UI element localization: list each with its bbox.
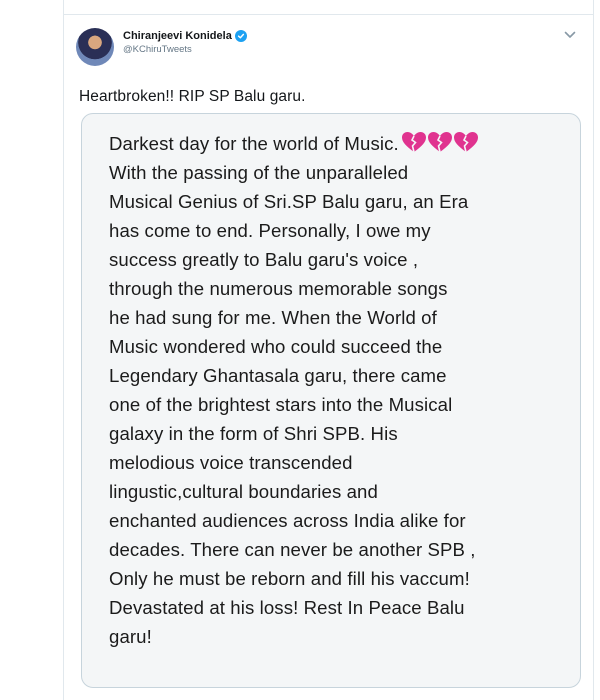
media-line: through the numerous memorable songs [109, 278, 448, 299]
media-line: Darkest day for the world of Music. [109, 129, 569, 158]
broken-hearts [401, 131, 479, 153]
media-line: Devastated at his loss! Rest In Peace Ba… [109, 597, 465, 618]
broken-heart-icon [427, 132, 452, 153]
media-line: he had sung for me. When the World of [109, 307, 437, 328]
tweet-author[interactable]: Chiranjeevi Konidela @KChiruTweets [123, 30, 247, 55]
media-line: With the passing of the unparalleled [109, 162, 409, 183]
broken-heart-icon [453, 132, 478, 153]
tweet-card[interactable]: Chiranjeevi Konidela @KChiruTweets Heart… [63, 0, 594, 700]
media-statement-text: Darkest day for the world of Music. With… [109, 129, 569, 651]
media-line: enchanted audiences across India alike f… [109, 510, 466, 531]
tweet-text: Heartbroken!! RIP SP Balu garu. [79, 88, 306, 105]
media-line: Music wondered who could succeed the [109, 336, 443, 357]
media-line: has come to end. Personally, I owe my [109, 220, 431, 241]
media-line: galaxy in the form of Shri SPB. His [109, 423, 398, 444]
media-line: garu! [109, 626, 152, 647]
tweet-media-image[interactable]: Darkest day for the world of Music. With… [81, 113, 581, 688]
tweet-viewport: Chiranjeevi Konidela @KChiruTweets Heart… [0, 0, 600, 700]
user-handle[interactable]: @KChiruTweets [123, 44, 247, 55]
media-line: one of the brightest stars into the Musi… [109, 394, 453, 415]
media-line: decades. There can never be another SPB … [109, 539, 476, 560]
media-line: Only he must be reborn and fill his vacc… [109, 568, 470, 589]
media-line: melodious voice transcended [109, 452, 353, 473]
divider [64, 14, 593, 15]
broken-heart-icon [401, 132, 426, 153]
media-line: success greatly to Balu garu's voice , [109, 249, 419, 270]
verified-badge-icon [234, 30, 247, 42]
chevron-down-icon[interactable] [563, 28, 577, 42]
media-line: lingustic,cultural boundaries and [109, 481, 378, 502]
media-line: Legendary Ghantasala garu, there came [109, 365, 447, 386]
avatar[interactable] [76, 28, 114, 66]
media-line: Musical Genius of Sri.SP Balu garu, an E… [109, 191, 469, 212]
display-name[interactable]: Chiranjeevi Konidela [123, 30, 232, 42]
